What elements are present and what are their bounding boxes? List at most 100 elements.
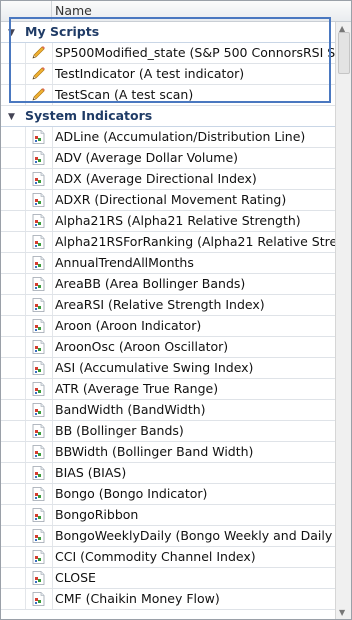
list-item[interactable]: BBWidth (Bollinger Band Width)	[1, 442, 335, 463]
pencil-icon	[31, 67, 47, 81]
list-item[interactable]: Aroon (Aroon Indicator)	[1, 316, 335, 337]
list-item-label: AnnualTrendAllMonths	[55, 255, 194, 270]
icon-cell	[25, 463, 53, 483]
indicator-icon	[32, 403, 45, 417]
pencil-icon	[31, 88, 47, 102]
icon-cell	[25, 169, 53, 189]
indicator-icon	[32, 151, 45, 165]
list-item-label: TestIndicator (A test indicator)	[55, 66, 245, 81]
list-item-label: CLOSE	[55, 570, 96, 585]
list-item[interactable]: ATR (Average True Range)	[1, 379, 335, 400]
icon-cell	[25, 316, 53, 336]
icon-cell	[25, 526, 53, 546]
list-item[interactable]: CMF (Chaikin Money Flow)	[1, 589, 335, 610]
list-item[interactable]: Alpha21RS (Alpha21 Relative Strength)	[1, 211, 335, 232]
indicator-icon	[32, 193, 45, 207]
icon-cell	[25, 64, 53, 84]
vertical-scrollbar[interactable]: ▲ ▼	[335, 22, 351, 619]
header-gutter	[1, 1, 52, 21]
indicator-icon	[32, 487, 45, 501]
list-item-label: Bongo (Bongo Indicator)	[55, 486, 208, 501]
list-item[interactable]: TestScan (A test scan)	[1, 85, 335, 106]
icon-cell	[25, 211, 53, 231]
pencil-icon	[31, 46, 47, 60]
list-item-label: BIAS (BIAS)	[55, 465, 127, 480]
list-item-label: SP500Modified_state (S&P 500 ConnorsRSI …	[55, 45, 348, 60]
icon-cell	[25, 148, 53, 168]
list-item[interactable]: BIAS (BIAS)	[1, 463, 335, 484]
list-item-label: BandWidth (BandWidth)	[55, 402, 206, 417]
list-item[interactable]: ASI (Accumulative Swing Index)	[1, 358, 335, 379]
indicator-icon	[32, 508, 45, 522]
icon-cell	[25, 358, 53, 378]
list-item-label: ADLine (Accumulation/Distribution Line)	[55, 129, 306, 144]
indicator-icon	[32, 256, 45, 270]
indicator-icon	[32, 130, 45, 144]
list-item-label: Alpha21RS (Alpha21 Relative Strength)	[55, 213, 301, 228]
icon-cell	[25, 589, 53, 609]
indicator-icon	[32, 466, 45, 480]
list-item[interactable]: AroonOsc (Aroon Oscillator)	[1, 337, 335, 358]
list-item[interactable]: Alpha21RSForRanking (Alpha21 Relative St…	[1, 232, 349, 253]
icon-cell	[25, 337, 53, 357]
indicator-icon	[32, 571, 45, 585]
icon-cell	[25, 85, 53, 105]
icon-cell	[25, 295, 53, 315]
icon-cell	[25, 43, 53, 63]
list-item-label: ATR (Average True Range)	[55, 381, 219, 396]
list-item[interactable]: CLOSE	[1, 568, 335, 589]
group-header[interactable]: ▼ System Indicators	[1, 106, 335, 127]
indicator-icon	[32, 361, 45, 375]
list-item[interactable]: SP500Modified_state (S&P 500 ConnorsRSI …	[1, 43, 347, 64]
icon-cell	[25, 190, 53, 210]
collapse-toggle-icon[interactable]: ▼	[8, 112, 15, 122]
list-item[interactable]: CCI (Commodity Channel Index)	[1, 547, 335, 568]
list-item[interactable]: AnnualTrendAllMonths	[1, 253, 335, 274]
collapse-toggle-icon[interactable]: ▼	[8, 28, 15, 38]
scroll-thumb[interactable]	[338, 32, 350, 74]
list-item[interactable]: BongoWeeklyDaily (Bongo Weekly and Daily…	[1, 526, 351, 547]
list-item-label: BongoRibbon	[55, 507, 139, 522]
list-item[interactable]: ADV (Average Dollar Volume)	[1, 148, 335, 169]
list-item[interactable]: TestIndicator (A test indicator)	[1, 64, 335, 85]
list-header: Name	[1, 1, 351, 22]
icon-cell	[25, 232, 53, 252]
list-item-label: TestScan (A test scan)	[55, 87, 194, 102]
column-header-name[interactable]: Name	[55, 3, 92, 18]
list-item[interactable]: ADX (Average Directional Index)	[1, 169, 335, 190]
icon-cell	[25, 274, 53, 294]
list-item-label: AreaRSI (Relative Strength Index)	[55, 297, 265, 312]
indicator-icon	[32, 340, 45, 354]
list-item-label: BB (Bollinger Bands)	[55, 423, 184, 438]
icon-cell	[25, 421, 53, 441]
icon-cell	[25, 505, 53, 525]
list-item[interactable]: BandWidth (BandWidth)	[1, 400, 335, 421]
list-item[interactable]: Bongo (Bongo Indicator)	[1, 484, 335, 505]
list-item[interactable]: AreaBB (Area Bollinger Bands)	[1, 274, 335, 295]
list-item[interactable]: ADLine (Accumulation/Distribution Line)	[1, 127, 335, 148]
indicator-icon	[32, 382, 45, 396]
list-item[interactable]: BB (Bollinger Bands)	[1, 421, 335, 442]
indicator-icon	[32, 277, 45, 291]
group-title: My Scripts	[25, 24, 100, 39]
script-browser-panel: Name ▼ My Scripts SP500Modified_state (S&P…	[0, 0, 352, 620]
scroll-down-arrow-icon[interactable]: ▼	[339, 608, 345, 617]
list-item-label: Alpha21RSForRanking (Alpha21 Relative St…	[55, 234, 350, 249]
scripts-tree-list: ▼ My Scripts SP500Modified_state (S&P 500 …	[1, 22, 351, 610]
group-title: System Indicators	[25, 108, 153, 123]
indicator-icon	[32, 592, 45, 606]
group-header[interactable]: ▼ My Scripts	[1, 22, 335, 43]
list-item-label: CCI (Commodity Channel Index)	[55, 549, 256, 564]
list-item-label: AreaBB (Area Bollinger Bands)	[55, 276, 246, 291]
list-item[interactable]: AreaRSI (Relative Strength Index)	[1, 295, 335, 316]
list-item-label: BongoWeeklyDaily (Bongo Weekly and Daily…	[55, 528, 352, 543]
indicator-icon	[32, 529, 45, 543]
icon-cell	[25, 442, 53, 462]
list-item-label: Aroon (Aroon Indicator)	[55, 318, 202, 333]
icon-cell	[25, 568, 53, 588]
list-item[interactable]: ADXR (Directional Movement Rating)	[1, 190, 335, 211]
indicator-icon	[32, 445, 45, 459]
indicator-icon	[32, 298, 45, 312]
list-item-label: BBWidth (Bollinger Band Width)	[55, 444, 254, 459]
list-item[interactable]: BongoRibbon	[1, 505, 335, 526]
